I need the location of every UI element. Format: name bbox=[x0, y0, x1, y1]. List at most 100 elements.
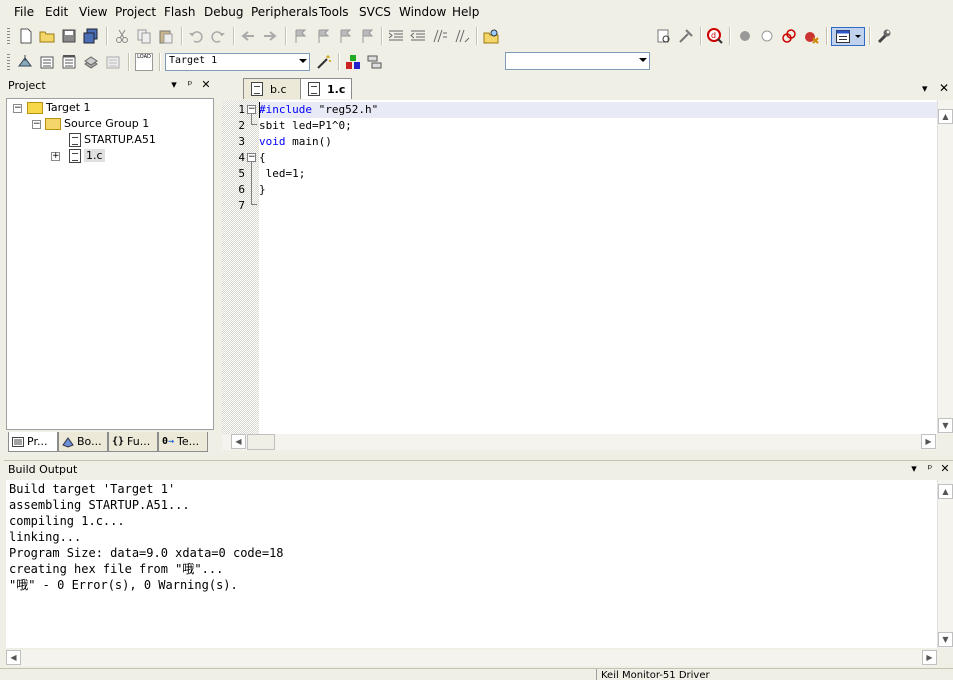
breakpoint-insert-icon[interactable] bbox=[737, 28, 753, 44]
menu-svcs[interactable]: SVCS bbox=[359, 5, 391, 19]
collapse-group-icon[interactable]: − bbox=[32, 120, 41, 129]
chevron-down-icon[interactable] bbox=[855, 35, 861, 38]
menu-tools[interactable]: Tools bbox=[319, 5, 349, 19]
panel-pin-icon[interactable]: ᵖ bbox=[184, 79, 196, 91]
build-icon[interactable] bbox=[39, 54, 55, 70]
stop-build-icon[interactable] bbox=[105, 54, 121, 70]
cut-icon[interactable] bbox=[114, 28, 130, 44]
scroll-thumb[interactable] bbox=[247, 434, 275, 450]
incremental-find-icon[interactable] bbox=[678, 28, 694, 44]
scroll-down-arrow-icon[interactable]: ▼ bbox=[938, 418, 953, 433]
asm-file-icon bbox=[69, 133, 81, 147]
scroll-down-arrow-icon[interactable]: ▼ bbox=[938, 632, 953, 647]
select-packs-icon[interactable] bbox=[367, 54, 383, 70]
menu-flash[interactable]: Flash bbox=[164, 5, 195, 19]
editor-tab-1-c[interactable]: 1.c bbox=[300, 78, 352, 99]
chevron-down-icon[interactable] bbox=[299, 59, 307, 63]
bookmark-next-icon[interactable] bbox=[336, 28, 352, 44]
load-download-button[interactable]: LOAD bbox=[135, 53, 153, 71]
tree-file-label: 1.c bbox=[84, 149, 105, 162]
menu-file[interactable]: File bbox=[14, 5, 34, 19]
fold-collapse-icon[interactable]: − bbox=[247, 153, 256, 162]
editor-tabs-menu-chevron-icon[interactable]: ▾ bbox=[922, 82, 928, 95]
manage-components-icon[interactable] bbox=[345, 54, 361, 70]
undo-icon[interactable] bbox=[188, 28, 204, 44]
collapse-target-icon[interactable]: − bbox=[13, 104, 22, 113]
find-combo[interactable] bbox=[505, 52, 650, 70]
redo-icon[interactable] bbox=[210, 28, 226, 44]
tree-item-file[interactable]: STARTUP.A51 bbox=[69, 132, 156, 148]
toolbar-grip[interactable] bbox=[7, 54, 10, 70]
editor-close-icon[interactable]: ✕ bbox=[939, 81, 949, 95]
panel-pin-icon[interactable]: ᵖ bbox=[924, 463, 936, 475]
fold-collapse-icon[interactable]: − bbox=[247, 105, 256, 114]
panel-close-icon[interactable]: ✕ bbox=[200, 79, 212, 91]
navigate-back-icon[interactable] bbox=[240, 28, 256, 44]
scroll-right-arrow-icon[interactable]: ▶ bbox=[922, 650, 937, 665]
menu-project[interactable]: Project bbox=[115, 5, 156, 19]
scroll-up-arrow-icon[interactable]: ▲ bbox=[938, 109, 953, 124]
scroll-right-arrow-icon[interactable]: ▶ bbox=[921, 434, 936, 449]
tree-item-file[interactable]: 1.c bbox=[69, 148, 105, 164]
code-editor[interactable]: 1 2 3 4 5 6 7 − − #include "reg52.h" sbi… bbox=[222, 100, 937, 434]
tab-functions[interactable]: {} Fu... bbox=[108, 432, 158, 452]
menu-edit[interactable]: Edit bbox=[45, 5, 68, 19]
panel-menu-chevron-icon[interactable]: ▾ bbox=[908, 463, 920, 475]
save-all-icon[interactable] bbox=[83, 28, 99, 44]
panel-close-icon[interactable]: ✕ bbox=[939, 463, 951, 475]
scroll-left-arrow-icon[interactable]: ◀ bbox=[231, 434, 246, 449]
editor-horizontal-scrollbar[interactable]: ◀ ▶ bbox=[222, 434, 937, 450]
window-layout-button[interactable] bbox=[831, 27, 865, 46]
tab-label: Te... bbox=[177, 435, 200, 448]
comment-icon[interactable] bbox=[432, 28, 448, 44]
rebuild-icon[interactable] bbox=[61, 54, 77, 70]
tab-books[interactable]: Bo... bbox=[58, 432, 108, 452]
open-folder-icon[interactable] bbox=[39, 28, 55, 44]
build-output-text[interactable]: Build target 'Target 1' assembling START… bbox=[6, 480, 937, 648]
new-file-icon[interactable] bbox=[18, 28, 34, 44]
find-in-files-icon[interactable] bbox=[483, 28, 499, 44]
menu-window[interactable]: Window bbox=[399, 5, 446, 19]
save-icon[interactable] bbox=[61, 28, 77, 44]
breakpoint-disable-all-icon[interactable] bbox=[781, 28, 797, 44]
menu-view[interactable]: View bbox=[79, 5, 107, 19]
debug-session-icon[interactable]: d bbox=[707, 28, 723, 44]
window-icon bbox=[836, 30, 850, 43]
scroll-left-arrow-icon[interactable]: ◀ bbox=[6, 650, 21, 665]
menu-debug[interactable]: Debug bbox=[204, 5, 243, 19]
target-select[interactable]: Target 1 bbox=[165, 53, 310, 71]
configure-wrench-icon[interactable] bbox=[876, 28, 892, 44]
uncomment-icon[interactable] bbox=[454, 28, 470, 44]
tree-item-source-group[interactable]: Source Group 1 bbox=[45, 116, 149, 132]
toolbar-grip[interactable] bbox=[7, 28, 10, 44]
translate-icon[interactable] bbox=[17, 54, 33, 70]
chevron-down-icon[interactable] bbox=[639, 58, 647, 62]
output-horizontal-scrollbar[interactable]: ◀ ▶ bbox=[6, 650, 937, 666]
tab-templates[interactable]: 0→ Te... bbox=[158, 432, 208, 452]
menu-peripherals[interactable]: Peripherals bbox=[251, 5, 318, 19]
tab-project[interactable]: Pr... bbox=[8, 432, 58, 452]
menu-help[interactable]: Help bbox=[452, 5, 479, 19]
editor-vertical-scrollbar[interactable]: ▲ ▼ bbox=[937, 100, 953, 434]
tree-item-target[interactable]: Target 1 bbox=[27, 100, 91, 116]
panel-menu-chevron-icon[interactable]: ▾ bbox=[168, 79, 180, 91]
output-vertical-scrollbar[interactable]: ▲ ▼ bbox=[937, 480, 953, 648]
navigate-forward-icon[interactable] bbox=[262, 28, 278, 44]
paste-icon[interactable] bbox=[158, 28, 174, 44]
breakpoint-enable-icon[interactable] bbox=[759, 28, 775, 44]
scroll-up-arrow-icon[interactable]: ▲ bbox=[938, 484, 953, 499]
breakpoint-kill-all-icon[interactable] bbox=[803, 28, 819, 44]
editor-tab-b-c[interactable]: b.c bbox=[243, 78, 301, 99]
target-options-wand-icon[interactable] bbox=[316, 54, 332, 70]
fold-end-marker bbox=[251, 114, 257, 125]
tree-target-label: Target 1 bbox=[46, 101, 91, 114]
bookmark-clear-icon[interactable] bbox=[358, 28, 374, 44]
copy-icon[interactable] bbox=[136, 28, 152, 44]
unindent-icon[interactable] bbox=[410, 28, 426, 44]
expand-file-icon[interactable]: + bbox=[51, 152, 60, 161]
find-icon[interactable] bbox=[656, 28, 672, 44]
indent-icon[interactable] bbox=[388, 28, 404, 44]
bookmark-toggle-icon[interactable] bbox=[292, 28, 308, 44]
bookmark-prev-icon[interactable] bbox=[314, 28, 330, 44]
batch-build-icon[interactable] bbox=[83, 54, 99, 70]
